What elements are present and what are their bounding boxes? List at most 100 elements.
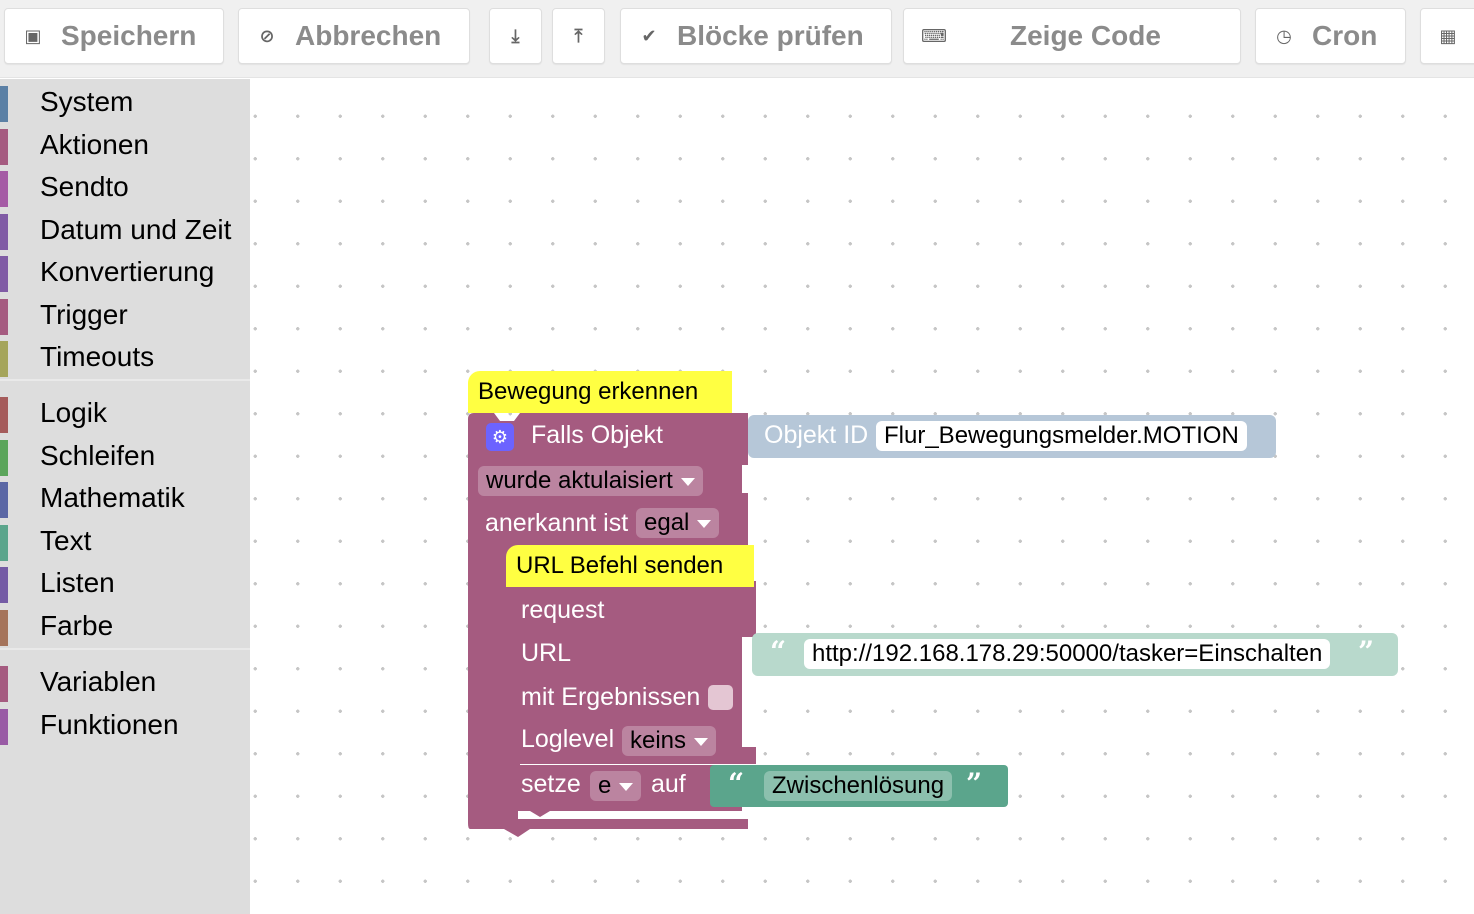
event-value: wurde aktulaisiert <box>486 467 673 494</box>
check-icon: ✔ <box>641 25 657 46</box>
code-icon: ⌨ <box>921 25 947 46</box>
request-comment[interactable]: URL Befehl senden <box>506 545 754 587</box>
sidebar-item-mathematik[interactable]: Mathematik <box>0 479 250 518</box>
sidebar-item-label: Funktionen <box>40 709 179 740</box>
save-icon: ▣ <box>24 25 42 46</box>
sidebar-item-trigger[interactable]: Trigger <box>0 296 250 335</box>
category-color-bar <box>0 397 8 433</box>
sidebar-item-farbe[interactable]: Farbe <box>0 607 250 646</box>
sidebar-item-label: Datum und Zeit <box>40 214 232 245</box>
save-button[interactable]: ▣ Speichern <box>4 8 224 64</box>
variable-value: e <box>598 772 612 799</box>
results-label: mit Ergebnissen <box>521 683 701 711</box>
sidebar-item-aktionen[interactable]: Aktionen <box>0 126 250 165</box>
trigger-comment[interactable]: Bewegung erkennen <box>468 371 732 413</box>
ack-dropdown[interactable]: egal <box>636 508 720 538</box>
sidebar-item-label: Schleifen <box>40 440 156 471</box>
cancel-button-label: Abbrechen <box>295 20 442 51</box>
sidebar-item-label: System <box>40 86 134 117</box>
set-prefix-label: setze <box>521 770 581 798</box>
chevron-down-icon <box>697 519 712 528</box>
ack-label: anerkannt ist <box>485 509 629 537</box>
sidebar-item-label: Aktionen <box>40 129 149 160</box>
sidebar-item-datum-und-zeit[interactable]: Datum und Zeit <box>0 211 250 250</box>
sidebar-item-label: Variablen <box>40 666 157 697</box>
category-color-bar <box>0 214 8 250</box>
chevron-down-icon <box>680 477 695 486</box>
cancel-button[interactable]: ⊘ Abbrechen <box>238 8 470 64</box>
clock-icon: ◷ <box>1276 25 1292 46</box>
sidebar-item-sendto[interactable]: Sendto <box>0 168 250 207</box>
export-button[interactable]: ⤓ <box>489 8 542 64</box>
chevron-down-icon <box>619 782 634 791</box>
cron-label: Cron <box>1312 20 1378 51</box>
chevron-down-icon <box>694 737 709 746</box>
open-quote-icon: “ <box>770 635 787 668</box>
category-color-bar <box>0 709 8 745</box>
loglevel-dropdown[interactable]: keins <box>622 726 717 756</box>
url-text-block[interactable]: “ http://192.168.178.29:50000/tasker=Ein… <box>752 633 1398 676</box>
close-quote-icon: ” <box>1358 635 1375 668</box>
save-button-label: Speichern <box>61 20 197 51</box>
object-id-label: Objekt ID <box>764 421 869 449</box>
category-color-bar <box>0 440 8 476</box>
sidebar-separator <box>0 379 250 381</box>
check-blocks-label: Blöcke prüfen <box>677 20 864 51</box>
string-value-field[interactable]: Zwischenlösung <box>764 771 953 801</box>
category-color-bar <box>0 129 8 165</box>
check-blocks-button[interactable]: ✔ Blöcke prüfen <box>620 8 892 64</box>
download-icon: ⤓ <box>511 25 520 46</box>
sidebar-item-label: Logik <box>40 397 107 428</box>
ack-value: egal <box>644 509 690 536</box>
show-code-button[interactable]: ⌨ Zeige Code <box>903 8 1241 64</box>
event-dropdown[interactable]: wurde aktulaisiert <box>478 466 703 496</box>
sidebar-item-konvertierung[interactable]: Konvertierung <box>0 253 250 292</box>
trigger-title: Falls Objekt <box>531 421 663 449</box>
variable-dropdown[interactable]: e <box>590 771 642 801</box>
category-color-bar <box>0 525 8 561</box>
category-color-bar <box>0 256 8 292</box>
close-quote-icon: ” <box>966 767 983 800</box>
category-color-bar <box>0 86 8 122</box>
category-color-bar <box>0 482 8 518</box>
import-button[interactable]: ⤒ <box>552 8 605 64</box>
sidebar-item-label: Sendto <box>40 171 129 202</box>
request-title: request <box>521 596 605 624</box>
string-value-block[interactable]: “ Zwischenlösung ” <box>710 765 1008 807</box>
sidebar-item-funktionen[interactable]: Funktionen <box>0 706 250 745</box>
category-color-bar <box>0 567 8 603</box>
more-icon: ▦ <box>1439 25 1457 46</box>
results-checkbox[interactable] <box>708 685 733 710</box>
cancel-icon: ⊘ <box>259 25 275 46</box>
cron-button[interactable]: ◷ Cron <box>1255 8 1406 64</box>
object-id-block[interactable]: Objekt ID Flur_Bewegungsmelder.MOTION <box>748 415 1276 458</box>
category-color-bar <box>0 171 8 207</box>
sidebar-item-logik[interactable]: Logik <box>0 394 250 433</box>
loglevel-label: Loglevel <box>521 725 615 753</box>
sidebar-item-label: Timeouts <box>40 341 155 372</box>
sidebar-item-label: Mathematik <box>40 482 185 513</box>
url-field[interactable]: http://192.168.178.29:50000/tasker=Einsc… <box>804 639 1331 669</box>
sidebar-separator <box>0 648 250 650</box>
toolbar: ▣ Speichern ⊘ Abbrechen ⤓ ⤒ ✔ Blöcke prü… <box>0 0 1474 78</box>
category-color-bar <box>0 610 8 646</box>
category-color-bar <box>0 666 8 702</box>
object-id-field[interactable]: Flur_Bewegungsmelder.MOTION <box>876 421 1247 451</box>
sidebar-item-label: Listen <box>40 567 115 598</box>
url-label: URL <box>521 639 572 667</box>
sidebar-item-system[interactable]: System <box>0 83 250 122</box>
sidebar-item-label: Text <box>40 525 92 556</box>
sidebar-item-listen[interactable]: Listen <box>0 564 250 603</box>
category-color-bar <box>0 341 8 377</box>
sidebar-item-label: Konvertierung <box>40 256 215 287</box>
blockly-workspace[interactable]: Bewegung erkennen ⚙ Falls Objekt Objekt … <box>250 79 1474 914</box>
sidebar-item-schleifen[interactable]: Schleifen <box>0 437 250 476</box>
sidebar-item-timeouts[interactable]: Timeouts <box>0 338 250 377</box>
category-color-bar <box>0 299 8 335</box>
sidebar-item-variablen[interactable]: Variablen <box>0 663 250 702</box>
open-quote-icon: “ <box>728 767 745 800</box>
sidebar-item-text[interactable]: Text <box>0 522 250 561</box>
more-button[interactable]: ▦ <box>1420 8 1474 64</box>
object-settings-icon[interactable]: ⚙ <box>486 423 514 451</box>
show-code-label: Zeige Code <box>1010 20 1161 51</box>
